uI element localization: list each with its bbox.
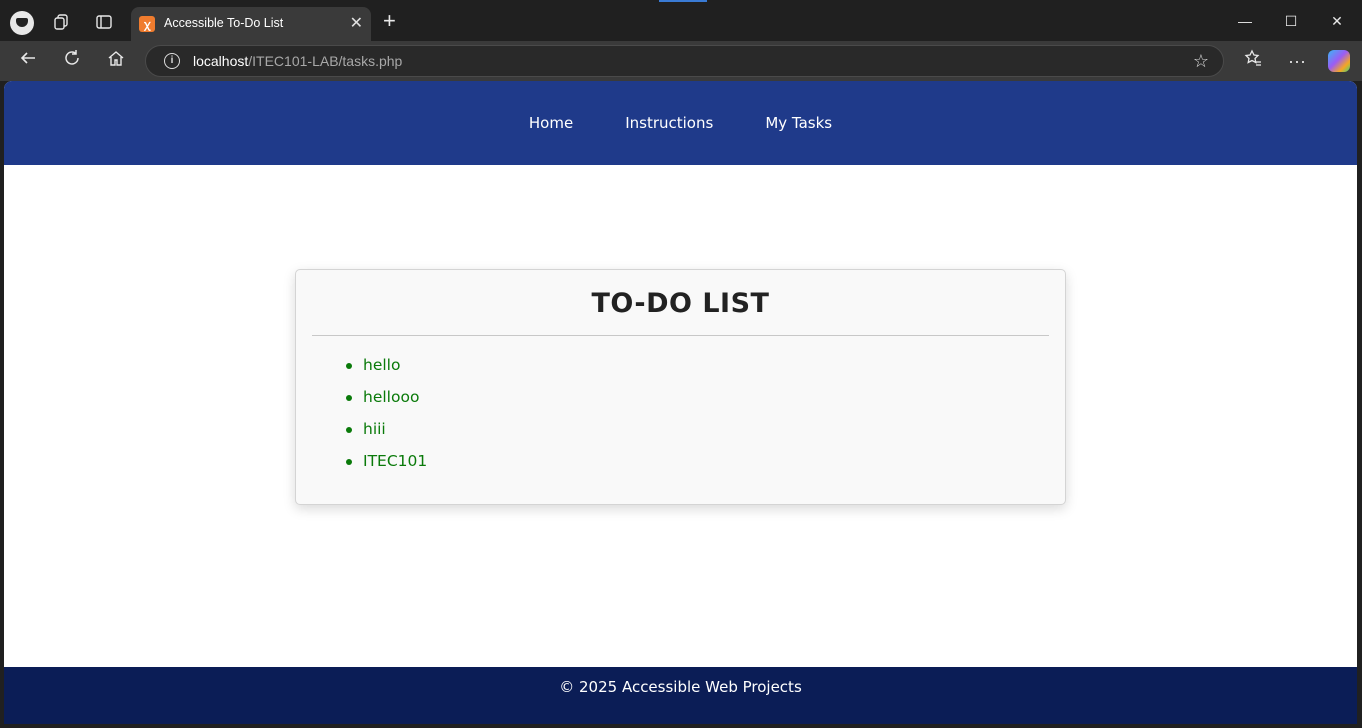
task-list: hello hellooo hiii ITEC101 xyxy=(346,354,427,482)
info-icon[interactable]: i xyxy=(164,53,180,69)
list-item: hiii xyxy=(346,418,427,450)
profile-icon[interactable] xyxy=(10,11,34,35)
tab-actions-icon[interactable] xyxy=(92,10,116,34)
tab-close-icon[interactable]: ✕ xyxy=(350,13,363,33)
list-item: hello xyxy=(346,354,427,386)
favorite-star-icon[interactable]: ☆ xyxy=(1193,51,1209,72)
browser-toolbar: i localhost/ITEC101-LAB/tasks.php ☆ ··· xyxy=(0,41,1362,81)
workspaces-icon[interactable] xyxy=(50,10,74,34)
refresh-icon[interactable] xyxy=(60,49,84,73)
browser-titlebar: ꭓ Accessible To-Do List ✕ + — ☐ ✕ xyxy=(0,0,1362,41)
site-nav: Home Instructions My Tasks xyxy=(4,81,1357,165)
address-bar[interactable]: i localhost/ITEC101-LAB/tasks.php ☆ xyxy=(145,45,1224,77)
back-icon[interactable] xyxy=(16,49,40,73)
page-viewport: Home Instructions My Tasks TO-DO LIST he… xyxy=(4,81,1357,724)
url-text: localhost/ITEC101-LAB/tasks.php xyxy=(193,53,403,69)
nav-link-instructions[interactable]: Instructions xyxy=(625,114,713,132)
minimize-button[interactable]: — xyxy=(1222,8,1268,34)
copilot-icon[interactable] xyxy=(1328,50,1350,72)
new-tab-button[interactable]: + xyxy=(383,10,396,32)
active-tab[interactable]: ꭓ Accessible To-Do List ✕ xyxy=(131,7,371,41)
list-item: hellooo xyxy=(346,386,427,418)
footer-text: © 2025 Accessible Web Projects xyxy=(559,678,802,696)
divider xyxy=(312,335,1049,336)
nav-link-my-tasks[interactable]: My Tasks xyxy=(765,114,832,132)
maximize-button[interactable]: ☐ xyxy=(1268,8,1314,34)
more-icon[interactable]: ··· xyxy=(1285,49,1309,73)
todo-card: TO-DO LIST hello hellooo hiii ITEC101 xyxy=(295,269,1066,505)
xampp-favicon-icon: ꭓ xyxy=(139,16,155,32)
window-accent xyxy=(659,0,707,2)
favorites-icon[interactable] xyxy=(1241,49,1265,73)
close-window-button[interactable]: ✕ xyxy=(1314,8,1360,34)
page-title: TO-DO LIST xyxy=(591,288,770,319)
home-icon[interactable] xyxy=(104,49,128,73)
list-item: ITEC101 xyxy=(346,450,427,482)
site-header: Home Instructions My Tasks xyxy=(4,81,1357,165)
tab-title: Accessible To-Do List xyxy=(164,16,284,30)
nav-link-home[interactable]: Home xyxy=(529,114,573,132)
site-footer: © 2025 Accessible Web Projects xyxy=(4,667,1357,724)
